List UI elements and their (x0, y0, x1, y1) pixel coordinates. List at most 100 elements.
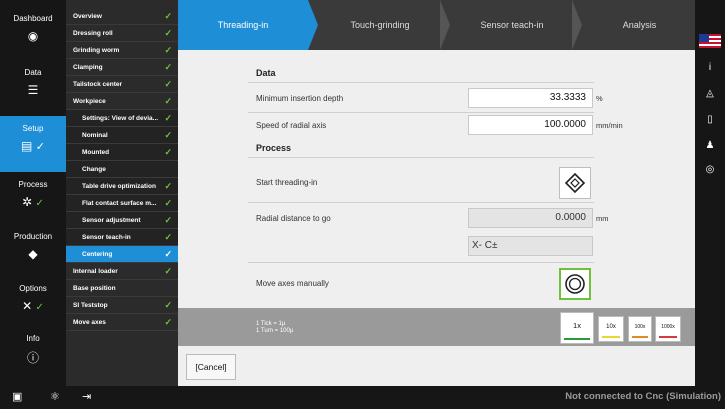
move-axes-label: Move axes manually (256, 279, 329, 288)
service-icon[interactable]: ⚛ (50, 390, 60, 403)
tree-item-base-position[interactable]: Base position (66, 280, 178, 297)
min-depth-input[interactable]: 33.3333 (468, 88, 593, 108)
language-flag-icon[interactable] (695, 34, 725, 51)
tree-item-dressing-roll[interactable]: Dressing roll ✓ (66, 25, 178, 42)
start-threading-label: Start threading-in (256, 178, 318, 187)
person-icon[interactable]: ♟ (695, 140, 725, 151)
tab-arrow (308, 0, 318, 50)
handwheel-strip: 1 Tick = 1µ 1 Turn = 100µ 1x 10x 100x 10… (178, 308, 695, 346)
divider (248, 157, 594, 158)
check-icon: ✓ (164, 79, 172, 89)
nav-dashboard[interactable]: Dashboard ◉ (0, 12, 66, 43)
tree-item-clamping[interactable]: Clamping ✓ (66, 59, 178, 76)
check-icon: ✓ (164, 198, 172, 208)
radial-distance-value: 0.0000 (468, 208, 593, 228)
jog-1x-button[interactable]: 1x (560, 312, 594, 344)
speed-input[interactable]: 100.0000 (468, 115, 593, 135)
diamond-icon: ◆ (28, 247, 38, 261)
tree-item-grinding-worm[interactable]: Grinding worm ✓ (66, 42, 178, 59)
nav-setup-label: Setup (22, 124, 44, 133)
move-axes-button[interactable] (559, 268, 591, 300)
check-icon: ✓ (164, 249, 172, 259)
tree-item-sensor-teach-in[interactable]: Sensor teach-in ✓ (66, 229, 178, 246)
nav-production[interactable]: Production ◆ (0, 230, 66, 261)
tree-item-move-axes[interactable]: Move axes ✓ (66, 314, 178, 331)
tick-info: 1 Tick = 1µ (256, 321, 286, 327)
check-icon: ✓ (164, 28, 172, 38)
tree-item-sensor-adjustment[interactable]: Sensor adjustment ✓ (66, 212, 178, 229)
divider (248, 82, 594, 83)
check-icon: ✓ (164, 317, 172, 327)
check-icon: ✓ (164, 266, 172, 276)
divider (248, 202, 594, 203)
check-icon: ✓ (164, 130, 172, 140)
tab-touch-grinding[interactable]: Touch-grinding (320, 0, 440, 50)
action-footer: [Cancel] (178, 346, 695, 386)
tools-icon: ✕ ✓ (22, 299, 44, 313)
speed-label: Speed of radial axis (256, 121, 327, 130)
tree-item-tailstock-center[interactable]: Tailstock center ✓ (66, 76, 178, 93)
min-depth-unit: % (596, 94, 603, 103)
check-icon: ✓ (164, 45, 172, 55)
check-icon: ✓ (164, 113, 172, 123)
nav-options-label: Options (19, 284, 47, 293)
tree-item-centering[interactable]: Centering ✓ (66, 246, 178, 263)
tree-item-internal-loader[interactable]: Internal loader ✓ (66, 263, 178, 280)
radial-distance-label: Radial distance to go (256, 214, 331, 223)
tab-analysis[interactable]: Analysis (584, 0, 695, 50)
logout-icon[interactable]: ⇥ (82, 390, 91, 403)
nav-process-label: Process (18, 180, 48, 189)
nav-setup[interactable]: Setup ▤ ✓ (0, 116, 66, 172)
connection-status: Not connected to Cnc (Simulation) (565, 391, 721, 402)
tree-item-table-drive-optimization[interactable]: Table drive optimization ✓ (66, 178, 178, 195)
check-icon: ✓ (164, 215, 172, 225)
setup-clipboard-icon: ▤ ✓ (21, 139, 45, 153)
jog-100x-indicator (632, 336, 648, 338)
tree-item-mounted[interactable]: Mounted ✓ (66, 144, 178, 161)
tree-item-nominal[interactable]: Nominal ✓ (66, 127, 178, 144)
main-navigation: Dashboard ◉ Data ☰ Setup ▤ ✓ Process ✲ ✓… (0, 0, 66, 386)
tab-threading-in[interactable]: Threading-in (178, 0, 308, 50)
nav-production-label: Production (13, 232, 53, 241)
target-icon[interactable]: ◎ (695, 164, 725, 175)
tab-arrow (572, 0, 582, 50)
tab-sensor-teach-in[interactable]: Sensor teach-in (452, 0, 572, 50)
print-icon[interactable]: ▣ (12, 390, 22, 403)
clipboard-icon[interactable]: ▯ (695, 114, 725, 125)
jog-10x-button[interactable]: 10x (598, 316, 624, 342)
radial-distance-unit: mm (596, 214, 609, 223)
jog-1x-indicator (564, 338, 590, 340)
check-icon: ✓ (164, 147, 172, 157)
threading-in-panel: Data Minimum insertion depth 33.3333 % S… (178, 50, 695, 308)
jog-100x-button[interactable]: 100x (628, 316, 652, 342)
info-icon[interactable]: i (695, 62, 725, 73)
gears-icon: ✲ ✓ (22, 195, 44, 209)
tree-item-overview[interactable]: Overview ✓ (66, 8, 178, 25)
handwheel-icon (565, 274, 585, 294)
nav-dashboard-label: Dashboard (13, 14, 53, 23)
tree-item-settings-view[interactable]: Settings: View of devia... ✓ (66, 110, 178, 127)
turn-info: 1 Turn = 100µ (256, 328, 294, 334)
check-icon: ✓ (164, 232, 172, 242)
tree-item-workpiece[interactable]: Workpiece ✓ (66, 93, 178, 110)
bottom-status-bar: ▣ ⚛ ⇥ Not connected to Cnc (Simulation) (0, 386, 725, 409)
tree-item-change[interactable]: Change (66, 161, 178, 178)
process-tabs: Threading-in Touch-grinding Sensor teach… (178, 0, 695, 50)
nav-info[interactable]: Info ⓘ (0, 332, 66, 366)
nav-data[interactable]: Data ☰ (0, 66, 66, 97)
tree-item-flat-contact-surface[interactable]: Flat contact surface m... ✓ (66, 195, 178, 212)
divider (248, 112, 594, 113)
cancel-button[interactable]: [Cancel] (186, 354, 236, 380)
start-threading-button[interactable] (559, 167, 591, 199)
check-icon: ✓ (164, 181, 172, 191)
right-toolbar: i ◬ ▯ ♟ ◎ (695, 0, 725, 386)
nav-process[interactable]: Process ✲ ✓ (0, 178, 66, 209)
jog-1000x-button[interactable]: 1000x (655, 316, 681, 342)
check-icon: ✓ (164, 96, 172, 106)
us-flag-icon (699, 34, 721, 48)
bell-icon[interactable]: ◬ (695, 88, 725, 99)
start-diamond-icon (564, 172, 586, 194)
setup-menu-tree: Overview ✓ Dressing roll ✓ Grinding worm ✓ … (66, 0, 178, 386)
tree-item-si-teststop[interactable]: SI Teststop ✓ (66, 297, 178, 314)
nav-options[interactable]: Options ✕ ✓ (0, 282, 66, 313)
